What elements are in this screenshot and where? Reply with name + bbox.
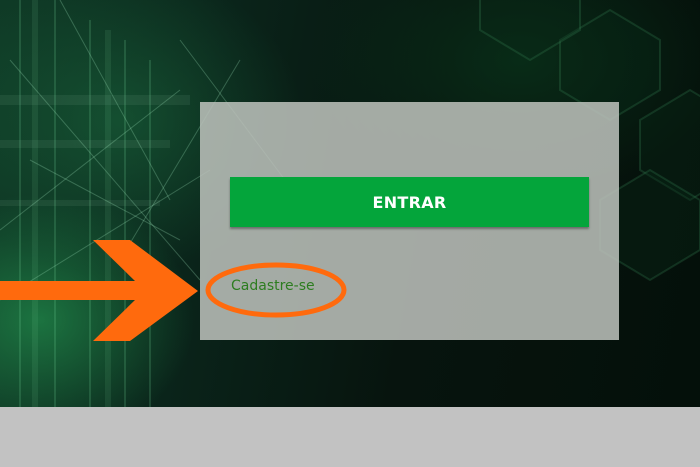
- footer-area: [0, 407, 700, 467]
- enter-button[interactable]: ENTRAR: [230, 177, 589, 227]
- login-card: ENTRAR Cadastre-se: [200, 102, 619, 340]
- login-page: ENTRAR Cadastre-se: [0, 0, 700, 467]
- signup-link[interactable]: Cadastre-se: [231, 278, 315, 294]
